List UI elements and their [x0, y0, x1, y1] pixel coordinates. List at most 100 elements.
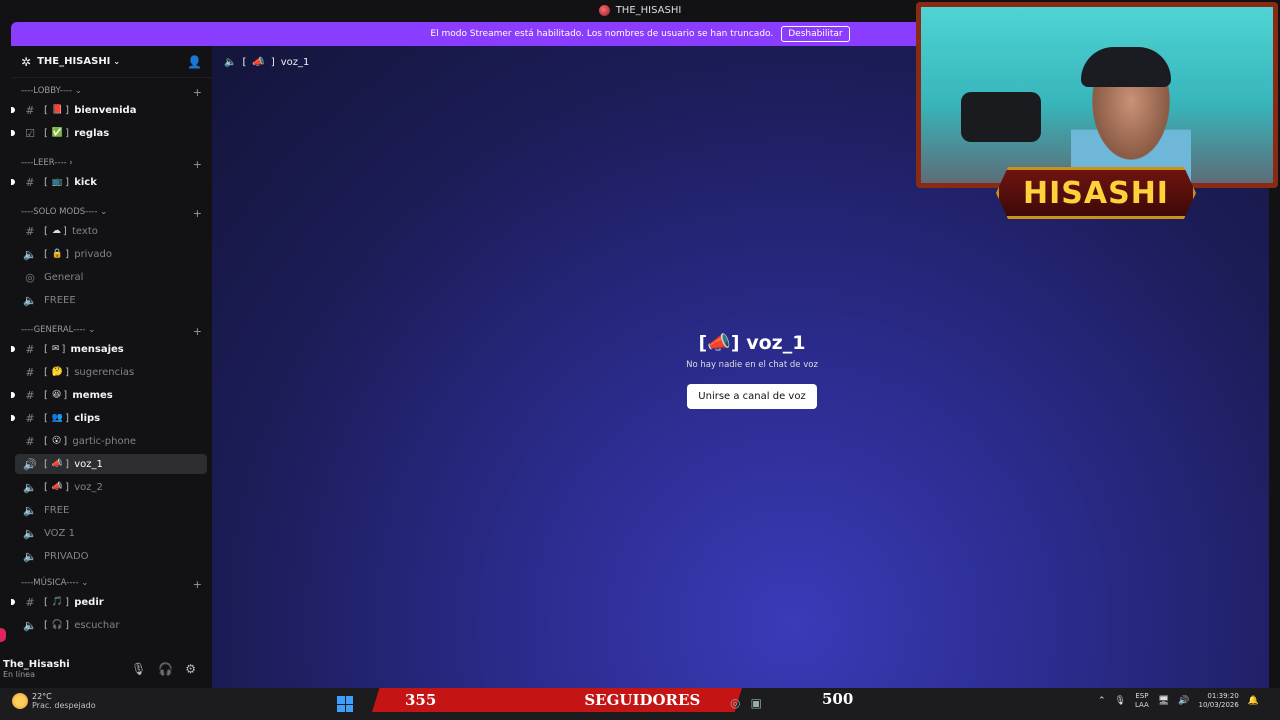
- channel-voz-1[interactable]: 🔊[📣] voz_1: [15, 454, 207, 474]
- category-solo-mods[interactable]: ----SOLO MODS---- ⌄ +: [21, 207, 202, 220]
- stage-channel-icon: ◎: [25, 270, 35, 284]
- cloud-emoji-icon: ☁: [51, 226, 61, 236]
- network-icon[interactable]: 🖥: [1158, 696, 1169, 706]
- channel-reglas[interactable]: ☑[✅] reglas: [11, 123, 207, 143]
- voice-channel-icon: 🔊: [23, 457, 37, 471]
- text-channel-icon: #: [25, 595, 35, 609]
- check-emoji-icon: ✅: [51, 128, 64, 138]
- tv-emoji-icon: 📺: [51, 177, 64, 187]
- user-info[interactable]: The_Hisashi En línea: [3, 659, 70, 679]
- streamer-name-banner: HISASHI: [996, 167, 1196, 219]
- channel-free[interactable]: 🔈 FREE: [15, 500, 207, 520]
- channel-texto[interactable]: #[☁] texto: [15, 221, 207, 241]
- add-channel-icon[interactable]: +: [193, 86, 202, 99]
- megaphone-emoji-icon: 📣: [252, 56, 265, 68]
- channel-privado-caps[interactable]: 🔈 PRIVADO: [15, 546, 207, 566]
- channel-privado[interactable]: 🔈[🔒] privado: [15, 244, 207, 264]
- app-icon[interactable]: ▣: [750, 696, 761, 710]
- voice-channel-title: [📣] voz_1: [698, 332, 806, 354]
- channel-memes[interactable]: #[😆] memes: [11, 385, 207, 405]
- add-member-icon[interactable]: 👤: [187, 55, 202, 69]
- channel-pedir[interactable]: #[🎵] pedir: [11, 592, 207, 612]
- disable-streamer-button[interactable]: Deshabilitar: [781, 26, 850, 42]
- add-channel-icon[interactable]: +: [193, 158, 202, 171]
- category-lobby[interactable]: ----LOBBY---- ⌄ +: [21, 86, 202, 99]
- voice-channel-icon: 🔈: [23, 480, 37, 494]
- followers-overlay: 355 SEGUIDORES: [372, 688, 742, 712]
- unread-dot: [11, 130, 15, 136]
- voice-channel-icon: 🔈: [224, 56, 237, 68]
- text-channel-icon: #: [25, 103, 35, 117]
- followers-count: 355: [405, 691, 437, 709]
- channel-kick[interactable]: #[📺] kick: [11, 172, 207, 192]
- unread-dot: [11, 599, 15, 605]
- clock[interactable]: 01:39:20 10/03/2026: [1198, 692, 1238, 710]
- channel-gartic-phone[interactable]: #[😮] gartic-phone: [15, 431, 207, 451]
- laughing-emoji-icon: 😆: [51, 390, 62, 400]
- text-channel-icon: #: [25, 434, 35, 448]
- add-channel-icon[interactable]: +: [193, 325, 202, 338]
- channel-sugerencias[interactable]: #[🤔] sugerencias: [15, 362, 207, 382]
- windows-taskbar: 22°C Prac. despejado 355 SEGUIDORES ◎ ▣ …: [0, 688, 1280, 720]
- channel-voz1-caps[interactable]: 🔈 VOZ 1: [15, 523, 207, 543]
- channel-bienvenida[interactable]: #[📕] bienvenida: [11, 100, 207, 120]
- category-musica[interactable]: ----MÚSICA---- ⌄ +: [21, 578, 202, 591]
- app-icon[interactable]: ◎: [730, 696, 740, 710]
- megaphone-emoji-icon: 📣: [707, 332, 731, 354]
- envelope-emoji-icon: ✉: [51, 344, 60, 354]
- face-emoji-icon: 😮: [51, 436, 62, 446]
- server-name: THE_HISASHI: [37, 56, 111, 67]
- server-icon: ✲: [21, 54, 32, 69]
- server-header[interactable]: ✲ THE_HISASHI ⌄ 👤: [11, 46, 212, 78]
- megaphone-emoji-icon: 📣: [51, 482, 64, 492]
- text-channel-icon: #: [25, 342, 35, 356]
- voice-channel-icon: 🔈: [23, 618, 37, 632]
- microphone-arm-image: [961, 92, 1041, 142]
- windows-start-icon[interactable]: [337, 696, 353, 712]
- text-channel-icon: #: [25, 365, 35, 379]
- text-channel-icon: #: [25, 175, 35, 189]
- channel-mensajes[interactable]: #[✉] mensajes: [11, 339, 207, 359]
- language-indicator[interactable]: ESP LAA: [1135, 692, 1149, 710]
- window-title: THE_HISASHI: [615, 5, 682, 16]
- category-leer[interactable]: ----LEER---- › +: [21, 158, 202, 171]
- locked-voice-icon: 🔈: [23, 293, 37, 307]
- category-general[interactable]: ----GENERAL---- ⌄ +: [21, 325, 202, 338]
- channel-sidebar: ✲ THE_HISASHI ⌄ 👤 ----LOBBY---- ⌄ + #[📕] …: [11, 46, 212, 688]
- empty-voice-panel: [📣] voz_1 No hay nadie en el chat de voz…: [652, 331, 852, 409]
- headphones-emoji-icon: 🎧: [51, 620, 64, 630]
- text-channel-icon: #: [25, 388, 35, 402]
- volume-icon[interactable]: 🔊: [1178, 696, 1189, 706]
- channel-clips[interactable]: #[👥] clips: [11, 408, 207, 428]
- locked-voice-icon: 🔈: [23, 549, 37, 563]
- user-status: En línea: [3, 670, 36, 679]
- followers-goal: 500: [822, 690, 854, 708]
- unread-dot: [11, 392, 15, 398]
- chevron-up-icon[interactable]: ⌃: [1098, 696, 1106, 706]
- notification-icon[interactable]: 🔔: [1248, 696, 1259, 706]
- channel-freee[interactable]: 🔈 FREEE: [15, 290, 207, 310]
- sun-icon: [12, 693, 28, 709]
- channel-general-stage[interactable]: ◎ General: [15, 267, 207, 287]
- add-channel-icon[interactable]: +: [193, 207, 202, 220]
- voice-channel-icon: 🔈: [23, 526, 37, 540]
- webcam-frame: [916, 2, 1278, 192]
- weather-widget[interactable]: 22°C Prac. despejado: [12, 692, 96, 710]
- streamer-message: El modo Streamer está habilitado. Los no…: [430, 29, 774, 39]
- join-voice-button[interactable]: Unirse a canal de voz: [687, 384, 817, 409]
- channel-voz-2[interactable]: 🔈[📣] voz_2: [15, 477, 207, 497]
- microphone-tray-icon[interactable]: 🎙: [1115, 696, 1126, 706]
- followers-label: SEGUIDORES: [584, 691, 701, 709]
- lock-emoji-icon: 🔒: [51, 249, 64, 259]
- settings-gear-icon[interactable]: ⚙: [185, 662, 196, 676]
- headphones-icon[interactable]: 🎧: [158, 662, 173, 676]
- microphone-icon[interactable]: 🎙: [131, 662, 146, 676]
- megaphone-emoji-icon: 📣: [51, 459, 64, 469]
- unread-dot: [11, 415, 15, 421]
- voice-channel-icon: 🔈: [23, 503, 37, 517]
- thinking-emoji-icon: 🤔: [51, 367, 64, 377]
- add-channel-icon[interactable]: +: [193, 578, 202, 591]
- channel-escuchar[interactable]: 🔈[🎧] escuchar: [15, 615, 207, 635]
- book-emoji-icon: 📕: [51, 105, 64, 115]
- unread-dot: [11, 107, 15, 113]
